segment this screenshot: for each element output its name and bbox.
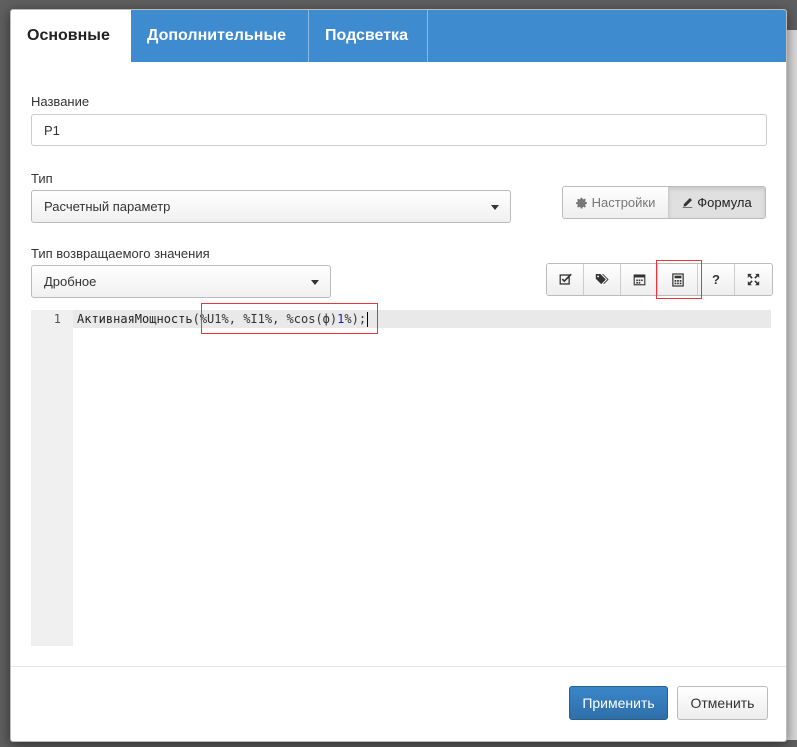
tab-basic[interactable]: Основные	[11, 10, 131, 62]
code-sep: ,	[272, 312, 287, 326]
footer-divider	[11, 666, 786, 667]
checkbox-icon	[559, 273, 572, 286]
editor-toolbar: ?	[546, 263, 773, 296]
formula-button-label: Формула	[697, 195, 752, 210]
code-function: АктивнаяМощность	[77, 312, 193, 326]
return-type-label: Тип возвращаемого значения	[31, 246, 210, 261]
cancel-button[interactable]: Отменить	[677, 686, 768, 720]
tab-bar: Основные Дополнительные Подсветка	[11, 10, 786, 62]
code-paren-open: (	[192, 312, 200, 326]
tags-icon	[595, 273, 609, 286]
fullscreen-button[interactable]	[735, 264, 772, 295]
name-label: Название	[31, 94, 90, 109]
name-input[interactable]	[31, 114, 767, 146]
expand-icon	[747, 273, 760, 286]
calendar-icon	[633, 273, 646, 286]
edit-parameter-dialog: Основные Дополнительные Подсветка Назван…	[10, 9, 787, 742]
text-cursor	[367, 312, 369, 327]
insert-tag-button[interactable]	[584, 264, 621, 295]
formula-button[interactable]: Формула	[669, 187, 765, 218]
question-icon: ?	[712, 272, 720, 287]
tab-highlight[interactable]: Подсветка	[309, 10, 428, 62]
type-label: Тип	[31, 171, 53, 186]
insert-checkbox-button[interactable]	[547, 264, 584, 295]
help-button[interactable]: ?	[698, 264, 735, 295]
return-type-select[interactable]: Дробное	[31, 265, 331, 298]
tab-additional[interactable]: Дополнительные	[131, 10, 309, 62]
insert-date-button[interactable]	[621, 264, 658, 295]
code-line[interactable]: АктивнаяМощность(%U1%, %I1%, %cos(ф)1%);	[73, 310, 771, 328]
type-select-value: Расчетный параметр	[44, 199, 171, 214]
code-paren-close: );	[351, 312, 367, 326]
code-var-i1: %I1%	[243, 312, 273, 326]
type-select[interactable]: Расчетный параметр	[31, 190, 511, 223]
code-var-u1: %U1%	[199, 312, 229, 326]
return-type-select-value: Дробное	[44, 274, 97, 289]
formula-editor[interactable]: 1 АктивнаяМощность(%U1%, %I1%, %cos(ф)1%…	[31, 310, 771, 646]
settings-button[interactable]: Настройки	[563, 187, 669, 218]
calculator-button[interactable]	[658, 264, 698, 295]
editor-gutter: 1	[31, 310, 73, 646]
settings-button-label: Настройки	[591, 195, 656, 210]
mode-toggle: Настройки Формула	[562, 186, 766, 219]
gear-icon	[575, 197, 588, 209]
chevron-down-icon	[491, 204, 499, 210]
code-sep: ,	[228, 312, 244, 326]
calculator-icon	[671, 272, 684, 287]
pencil-icon	[682, 197, 693, 208]
code-var-cos: %cos(ф)	[286, 312, 338, 326]
chevron-down-icon	[311, 279, 319, 285]
line-number: 1	[53, 312, 61, 326]
apply-button[interactable]: Применить	[569, 686, 668, 720]
code-var-cos-end: %	[344, 312, 352, 326]
